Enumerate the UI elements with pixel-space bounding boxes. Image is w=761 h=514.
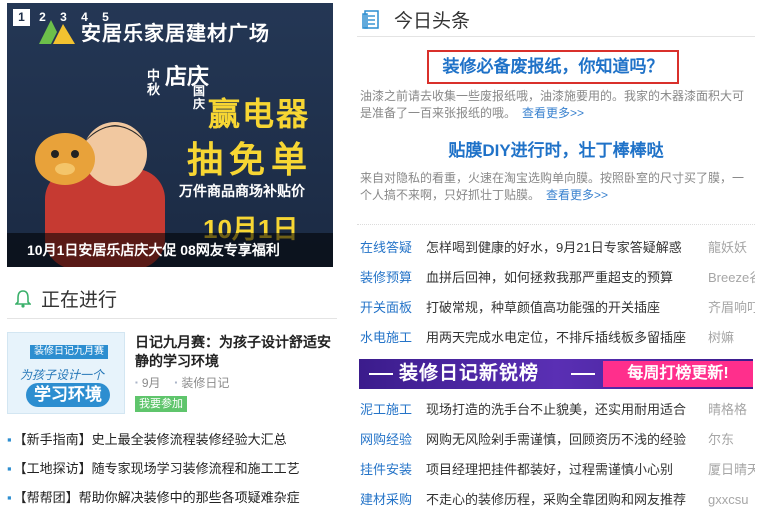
divider <box>357 36 755 37</box>
bullet-icon: ▪ <box>7 432 12 447</box>
bullet-icon: ▪ <box>7 461 12 476</box>
topic-category[interactable]: 建材采购 <box>360 488 426 514</box>
promo-free-order: 抽免单 <box>187 139 314 180</box>
decor-line <box>369 373 393 375</box>
topic-link[interactable]: 怎样喝到健康的好水，9月21日专家答疑解惑 <box>426 236 708 266</box>
topic-link[interactable]: 不走心的装修历程，采购全靠团购和网友推荐 <box>426 488 708 514</box>
headline-summary-2: 来自对隐私的看重，火速在淘宝选购单向膜。按照卧室的尺寸买了膜，一个人搞不来啊，只… <box>360 170 752 204</box>
topic-row: 开关面板打破常规，种草颜值高功能强的开关插座齐眉响叮当 <box>360 296 755 326</box>
decor-line <box>571 373 595 375</box>
headlines-title: 今日头条 <box>394 11 471 32</box>
right-column: 今日头条 装修必备废报纸，你知道吗？ 油漆之前请去收集一些废报纸哦，油漆施要用的… <box>357 0 755 514</box>
topic-link[interactable]: 血拼后回神，如何拯救我那严重超支的预算 <box>426 266 708 296</box>
topic-category[interactable]: 水电施工 <box>360 326 426 356</box>
topic-link[interactable]: 用两天完成水电定位，不排斥插线板多留插座 <box>426 326 708 356</box>
news-link[interactable]: 【帮帮团】帮助你解决装修中的那些各项疑难杂症 <box>14 490 300 505</box>
topic-row: 在线答疑 怎样喝到健康的好水，9月21日专家答疑解惑 龍妖妖 <box>360 236 755 266</box>
topic-category[interactable]: 泥工施工 <box>360 398 426 428</box>
thumb-line: 为孩子设计一个 <box>20 368 105 382</box>
topic-author[interactable]: 厦日晴天 <box>708 458 755 488</box>
promo-win-appliance: 赢电器 <box>208 96 311 132</box>
topic-link[interactable]: 网购无风险剁手需谨慎，回顾资历不浅的经验 <box>426 428 708 458</box>
topic-row: 挂件安装 项目经理把挂件都装好，过程需谨慎小心别 厦日晴天 <box>360 458 755 488</box>
promo-subtitle: 万件商品商场补贴价 <box>179 183 305 199</box>
topic-link[interactable]: 项目经理把挂件都装好，过程需谨慎小心别 <box>426 458 708 488</box>
topic-category[interactable]: 开关面板 <box>360 296 426 326</box>
topic-category[interactable]: 网购经验 <box>360 428 426 458</box>
topic-author[interactable]: 齐眉响叮当 <box>708 296 755 326</box>
thumb-highlight: 学习环境 <box>26 383 110 407</box>
ranking-banner-title: 装修日记新锐榜 <box>399 363 540 384</box>
diary-thumbnail[interactable]: 装修日记九月赛 为孩子设计一个 学习环境 <box>7 332 125 414</box>
diary-ranking-banner[interactable]: 装修日记新锐榜 每周打榜更新! <box>359 359 753 389</box>
list-item[interactable]: ▪ 【新手指南】史上最全装修流程装修经验大汇总 <box>7 430 337 459</box>
carousel-caption[interactable]: 10月1日安居乐店庆大促 08网友专享福利 <box>7 233 333 267</box>
ongoing-header: 正在进行 <box>15 285 117 312</box>
list-item[interactable]: ▪ 【工地探访】随专家现场学习装修流程和施工工艺 <box>7 459 337 488</box>
headline-summary-1: 油漆之前请去收集一些废报纸哦，油漆施要用的。我家的木器漆面积大可是准备了一百来张… <box>360 88 752 122</box>
topic-list-bottom: 泥工施工 现场打造的洗手台不止貌美，还实用耐用适合 晴格格 网购经验 网购无风险剁手需… <box>360 398 755 514</box>
topic-link[interactable]: 打破常规，种草颜值高功能强的开关插座 <box>426 296 708 326</box>
join-button[interactable]: 我要参加 <box>135 396 187 412</box>
promo-carousel[interactable]: 1 2 3 4 5 安居乐家居建材广场 中秋 店庆 国庆 赢电器 抽免单 万件商… <box>7 3 333 267</box>
ranking-banner-tag: 每周打榜更新! <box>603 361 753 387</box>
left-column: 1 2 3 4 5 安居乐家居建材广场 中秋 店庆 国庆 赢电器 抽免单 万件商… <box>0 0 340 514</box>
diary-meta: 9月 装修日记 <box>135 374 230 391</box>
carousel-dot-3[interactable]: 3 <box>55 9 72 26</box>
more-link[interactable]: 查看更多>> <box>546 188 608 202</box>
bullet-icon: ▪ <box>7 490 12 505</box>
topic-link[interactable]: 现场打造的洗手台不止貌美，还实用耐用适合 <box>426 398 708 428</box>
carousel-dot-5[interactable]: 5 <box>97 9 114 26</box>
ongoing-title: 正在进行 <box>41 290 118 311</box>
thumb-banner: 装修日记九月赛 <box>30 345 108 359</box>
bell-icon <box>15 289 31 308</box>
list-item[interactable]: ▪ 【帮帮团】帮助你解决装修中的那些各项疑难杂症 <box>7 488 337 514</box>
topic-row: 泥工施工 现场打造的洗手台不止貌美，还实用耐用适合 晴格格 <box>360 398 755 428</box>
topic-author[interactable]: 尔东 <box>708 428 755 458</box>
topic-category[interactable]: 在线答疑 <box>360 236 426 266</box>
newspaper-icon <box>362 9 379 29</box>
more-link[interactable]: 查看更多>> <box>522 106 584 120</box>
headlines-header: 今日头条 <box>362 6 470 33</box>
diary-category[interactable]: 装修日记 <box>175 374 229 391</box>
topic-author[interactable]: 树嫲 <box>708 326 755 356</box>
diary-month: 9月 <box>135 374 161 391</box>
carousel-pager: 1 2 3 4 5 <box>13 9 114 26</box>
news-link[interactable]: 【新手指南】史上最全装修流程装修经验大汇总 <box>14 432 287 447</box>
carousel-dot-2[interactable]: 2 <box>34 9 51 26</box>
topic-list-top: 在线答疑 怎样喝到健康的好水，9月21日专家答疑解惑 龍妖妖 装修预算 血拼后回神，如… <box>360 236 755 356</box>
carousel-dot-1[interactable]: 1 <box>13 9 30 26</box>
diary-title-link[interactable]: 日记九月赛：为孩子设计舒适安静的学习环境 <box>135 333 335 371</box>
topic-author[interactable]: gxxcsu <box>708 488 755 514</box>
topic-category[interactable]: 装修预算 <box>360 266 426 296</box>
headline-link-1[interactable]: 装修必备废报纸，你知道吗？ <box>427 50 679 84</box>
divider <box>7 318 337 319</box>
diary-contest-card: 装修日记九月赛 为孩子设计一个 学习环境 日记九月赛：为孩子设计舒适安静的学习环… <box>7 330 337 420</box>
topic-row: 装修预算血拼后回神，如何拯救我那严重超支的预算Breeze谷 <box>360 266 755 296</box>
news-link[interactable]: 【工地探访】随专家现场学习装修流程和施工工艺 <box>14 461 300 476</box>
topic-author[interactable]: Breeze谷 <box>708 266 755 296</box>
divider <box>357 224 755 225</box>
topic-row: 建材采购 不走心的装修历程，采购全靠团购和网友推荐 gxxcsu <box>360 488 755 514</box>
topic-author[interactable]: 晴格格 <box>708 398 755 428</box>
topic-author[interactable]: 龍妖妖 <box>708 236 755 266</box>
topic-category[interactable]: 挂件安装 <box>360 458 426 488</box>
ongoing-news-list: ▪ 【新手指南】史上最全装修流程装修经验大汇总 ▪ 【工地探访】随专家现场学习装修流… <box>7 430 337 514</box>
carousel-dot-4[interactable]: 4 <box>76 9 93 26</box>
topic-row: 水电施工 用两天完成水电定位，不排斥插线板多留插座 树嫲 <box>360 326 755 356</box>
promo-national-day: 国庆 <box>193 84 206 111</box>
headline-link-2[interactable]: 贴膜DIY进行时，壮丁棒棒哒 <box>357 138 755 164</box>
topic-row: 网购经验 网购无风险剁手需谨慎，回顾资历不浅的经验 尔东 <box>360 428 755 458</box>
promo-mid-autumn: 中秋 <box>147 68 161 97</box>
